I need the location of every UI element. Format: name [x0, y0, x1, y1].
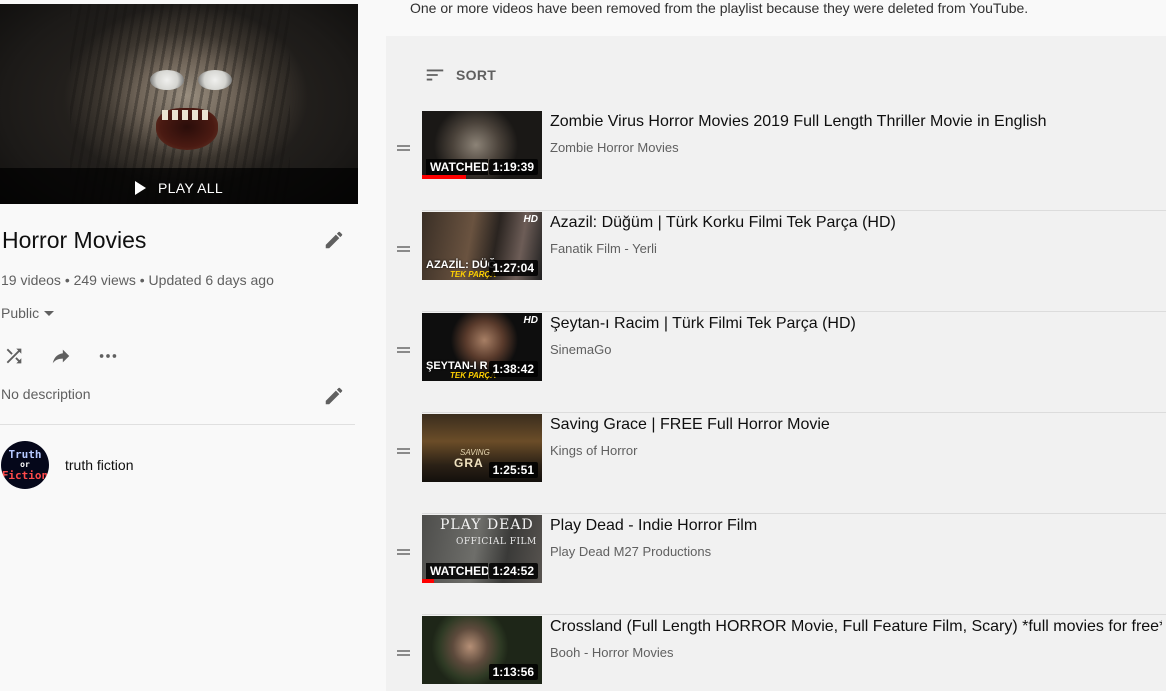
video-thumbnail[interactable]: 1:13:56	[422, 616, 542, 684]
playlist-actions	[2, 345, 120, 367]
video-meta: Saving Grace | FREE Full Horror Movie Ki…	[550, 415, 1162, 458]
video-title-link[interactable]: Zombie Virus Horror Movies 2019 Full Len…	[550, 112, 1162, 132]
caret-down-icon	[44, 310, 55, 316]
playlist-owner[interactable]: Truth or Fiction truth fiction	[1, 441, 133, 489]
row-divider	[422, 513, 1166, 514]
sort-button[interactable]: SORT	[424, 64, 496, 86]
row-divider	[422, 311, 1166, 312]
playlist-video-list: SORT WATCHED 1:19:39 Zombie Virus Horror…	[386, 36, 1166, 691]
hero-art-eye	[198, 70, 232, 90]
row-divider	[422, 412, 1166, 413]
play-all-button[interactable]: PLAY ALL	[0, 168, 358, 204]
duration-badge: 1:25:51	[488, 462, 538, 478]
share-icon[interactable]	[49, 345, 73, 367]
video-thumbnail[interactable]: SAVING GRA 1:25:51	[422, 414, 542, 482]
edit-title-pencil-icon[interactable]	[323, 229, 345, 251]
drag-handle-icon[interactable]	[397, 448, 410, 454]
video-meta: Azazil: Düğüm | Türk Korku Filmi Tek Par…	[550, 213, 1162, 256]
channel-name-link[interactable]: SinemaGo	[550, 342, 1162, 357]
avatar[interactable]: Truth or Fiction	[1, 441, 49, 489]
avatar-text-line: or	[20, 460, 30, 469]
youtube-playlist-page: PLAY ALL Horror Movies 19 videos • 249 v…	[0, 0, 1166, 691]
thumbnail-overlay-subtitle: OFFICIAL FILM	[456, 537, 537, 547]
more-options-icon[interactable]	[96, 345, 120, 367]
shuffle-icon[interactable]	[2, 345, 26, 367]
watch-progress-bar	[422, 175, 467, 179]
watched-badge: WATCHED	[426, 159, 488, 175]
list-item[interactable]: PLAY DEAD OFFICIAL FILM WATCHED 1:24:52 …	[386, 515, 1166, 615]
edit-description-pencil-icon[interactable]	[323, 385, 345, 407]
list-item[interactable]: SAVING GRA 1:25:51 Saving Grace | FREE F…	[386, 414, 1166, 514]
privacy-label: Public	[1, 305, 40, 321]
list-item[interactable]: WATCHED 1:19:39 Zombie Virus Horror Movi…	[386, 111, 1166, 211]
hero-art-mouth	[156, 108, 218, 150]
sort-icon	[426, 69, 444, 81]
playlist-sidebar: PLAY ALL Horror Movies 19 videos • 249 v…	[0, 0, 386, 691]
watch-progress-bar	[422, 579, 434, 583]
list-item[interactable]: HD ŞEYTAN-I R TEK PARÇA 1:38:42 Şeytan-ı…	[386, 313, 1166, 413]
video-title-link[interactable]: Şeytan-ı Racim | Türk Filmi Tek Parça (H…	[550, 314, 1162, 334]
video-thumbnail[interactable]: HD ŞEYTAN-I R TEK PARÇA 1:38:42	[422, 313, 542, 381]
sidebar-divider	[0, 424, 355, 425]
drag-handle-icon[interactable]	[397, 549, 410, 555]
channel-name-link[interactable]: Booh - Horror Movies	[550, 645, 1162, 660]
sort-label: SORT	[456, 67, 497, 83]
video-title-link[interactable]: Azazil: Düğüm | Türk Korku Filmi Tek Par…	[550, 213, 1162, 233]
drag-handle-icon[interactable]	[397, 145, 410, 151]
duration-badge: 1:27:04	[488, 260, 538, 276]
channel-name-link[interactable]: Zombie Horror Movies	[550, 140, 1162, 155]
play-all-label: PLAY ALL	[158, 180, 223, 196]
play-icon	[135, 181, 147, 195]
hero-art-eye	[150, 70, 184, 90]
video-thumbnail[interactable]: HD AZAZİL: DÜĞ TEK PARÇA 1:27:04	[422, 212, 542, 280]
drag-handle-icon[interactable]	[397, 347, 410, 353]
row-divider	[422, 210, 1166, 211]
channel-name-link[interactable]: Kings of Horror	[550, 443, 1162, 458]
playlist-description: No description	[1, 386, 91, 402]
playlist-stats: 19 videos • 249 views • Updated 6 days a…	[1, 272, 274, 288]
thumbnail-overlay-title: PLAY DEAD	[440, 517, 534, 533]
video-meta: Şeytan-ı Racim | Türk Filmi Tek Parça (H…	[550, 314, 1162, 357]
duration-badge: 1:38:42	[488, 361, 538, 377]
video-thumbnail[interactable]: WATCHED 1:19:39	[422, 111, 542, 179]
video-thumbnail[interactable]: PLAY DEAD OFFICIAL FILM WATCHED 1:24:52	[422, 515, 542, 583]
video-title-link[interactable]: Saving Grace | FREE Full Horror Movie	[550, 415, 1162, 435]
video-meta: Play Dead - Indie Horror Film Play Dead …	[550, 516, 1162, 559]
row-divider	[422, 614, 1166, 615]
duration-badge: 1:13:56	[488, 664, 538, 680]
playlist-hero-thumbnail[interactable]: PLAY ALL	[0, 4, 358, 204]
owner-name-link[interactable]: truth fiction	[65, 457, 133, 473]
list-item[interactable]: HD AZAZİL: DÜĞ TEK PARÇA 1:27:04 Azazil:…	[386, 212, 1166, 312]
list-item[interactable]: 1:13:56 Crossland (Full Length HORROR Mo…	[386, 616, 1166, 691]
drag-handle-icon[interactable]	[397, 246, 410, 252]
drag-handle-icon[interactable]	[397, 650, 410, 656]
removed-videos-notice: One or more videos have been removed fro…	[410, 0, 1029, 16]
privacy-dropdown[interactable]: Public	[1, 305, 55, 321]
video-meta: Zombie Virus Horror Movies 2019 Full Len…	[550, 112, 1162, 155]
channel-name-link[interactable]: Fanatik Film - Yerli	[550, 241, 1162, 256]
video-meta: Crossland (Full Length HORROR Movie, Ful…	[550, 617, 1162, 660]
thumbnail-overlay-title: GRA	[454, 456, 484, 470]
avatar-text-line: Fiction	[1, 469, 49, 482]
playlist-title: Horror Movies	[2, 227, 147, 253]
hd-badge: HD	[523, 315, 538, 326]
avatar-text-line: Truth	[8, 448, 42, 461]
watched-badge: WATCHED	[426, 563, 488, 579]
duration-badge: 1:24:52	[488, 563, 538, 579]
duration-badge: 1:19:39	[488, 159, 538, 175]
hd-badge: HD	[523, 214, 538, 225]
video-title-link[interactable]: Crossland (Full Length HORROR Movie, Ful…	[550, 617, 1162, 637]
channel-name-link[interactable]: Play Dead M27 Productions	[550, 544, 1162, 559]
video-title-link[interactable]: Play Dead - Indie Horror Film	[550, 516, 1162, 536]
